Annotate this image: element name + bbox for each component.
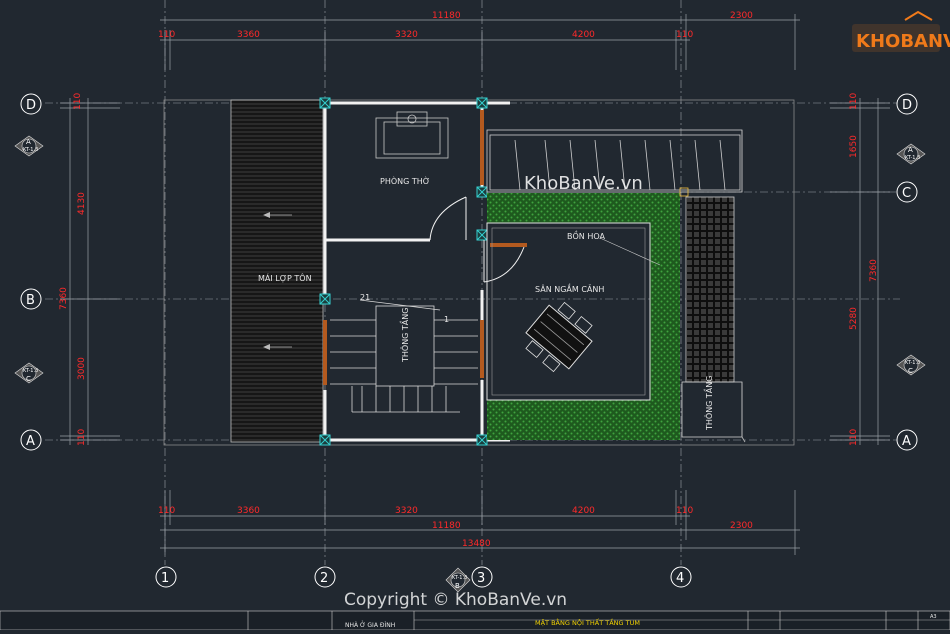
bubble-row-left-b: B [26,293,35,308]
dim-top-seg-5: 110 [676,30,693,40]
dim-top-seg-1: 110 [158,30,175,40]
dim-top-seg-4: 4200 [572,30,595,40]
bubble-row-left-a: A [26,434,35,449]
marker-left-bottom-letter: C [26,375,31,383]
title-block-title: MẶT BẰNG NỘI THẤT TẦNG TUM [535,617,640,627]
dim-left-seg-2: 4130 [77,192,87,215]
label-thong-tang-stair: THÔNG TẦNG [398,308,410,363]
top-dimension-lines [160,14,800,70]
logo-text: KHOBANVE [856,31,950,52]
dim-right-seg-5: 110 [849,429,859,446]
label-bon-hoa: BỒN HOA [567,229,605,241]
structural-columns [319,97,488,446]
bubble-row-left-d: D [26,98,36,113]
dim-bot-right: 2300 [730,521,753,531]
label-phong-tho: PHÒNG THỜ [380,175,430,186]
bubble-row-right-c: C [902,186,911,201]
dim-right-seg-2: 1650 [849,135,859,158]
dim-top-total: 11180 [432,11,461,21]
dim-left-seg-4: 3000 [77,357,87,380]
label-thong-tang-right: THÔNG TẦNG [702,376,714,431]
bubble-col-3: 3 [477,571,485,586]
marker-right-bottom-letter: C [908,367,913,375]
dim-right-seg-4: 5280 [849,307,859,330]
marker-right-top-letter: A [908,146,913,154]
marker-bottom-letter: B [455,582,460,590]
section-markers [14,135,926,593]
left-dimension-lines [60,98,120,445]
bubble-col-2: 2 [320,571,328,586]
garden-planter [486,193,680,440]
wood-walls [323,110,527,385]
bubble-row-right-d: D [902,98,912,113]
bubble-row-right-a: A [902,434,911,449]
dim-bot-seg-1: 110 [158,506,175,516]
dim-right-seg-3: 7360 [869,259,879,282]
dim-bot-seg-2: 3360 [237,506,260,516]
marker-left-top-letter: A [26,138,31,146]
dim-top-seg-3: 3320 [395,30,418,40]
dim-bot-seg-4: 4200 [572,506,595,516]
label-mai-lop-ton: MÁI LỢP TÔN [258,272,312,283]
bubble-col-1: 1 [161,571,169,586]
label-stair-21: 21 [360,293,370,302]
title-block [0,610,950,631]
dim-top-right: 2300 [730,11,753,21]
dim-left-seg-1: 110 [73,93,83,110]
dim-left-seg-5: 110 [77,429,87,446]
right-grid-area [685,196,735,383]
dim-right-seg-1: 110 [849,93,859,110]
bubble-col-4: 4 [676,571,684,586]
marker-right-bottom-code: KT-1.3 [905,360,920,366]
title-block-sheet: A3 [930,614,937,620]
watermark-center: KhoBanVe.vn [524,173,643,194]
axis-lines [45,0,900,565]
right-outline [741,130,746,443]
dim-bot-seg-5: 110 [676,506,693,516]
title-block-project: NHÀ Ở GIA ĐÌNH [345,621,395,629]
dim-bot-seg-3: 3320 [395,506,418,516]
label-san-ngam-canh: SÂN NGẮM CẢNH [535,282,604,294]
table-set [525,301,593,373]
watermark-copyright: Copyright © KhoBanVe.vn [344,590,567,610]
dim-top-seg-2: 3360 [237,30,260,40]
marker-left-top-code: KT-1.3 [23,147,38,153]
marker-right-top-code: KT-1.3 [905,155,920,161]
label-stair-1: 1 [444,315,449,324]
right-dimension-lines [830,98,890,445]
column-bubbles [155,566,692,588]
roof-area [230,99,324,443]
dim-left-seg-3: 7360 [59,287,69,310]
marker-left-bottom-code: KT-1.3 [23,368,38,374]
marker-bottom-code: KT-1.3 [452,575,467,581]
dim-bot-overall: 13480 [462,539,491,549]
logo: KHOBANVE [852,10,950,52]
cad-drawing-canvas[interactable]: KHOBANVE 11180 2300 110 3360 3320 4200 1… [0,0,950,631]
altar-furniture [375,111,449,159]
dim-bot-total: 11180 [432,521,461,531]
